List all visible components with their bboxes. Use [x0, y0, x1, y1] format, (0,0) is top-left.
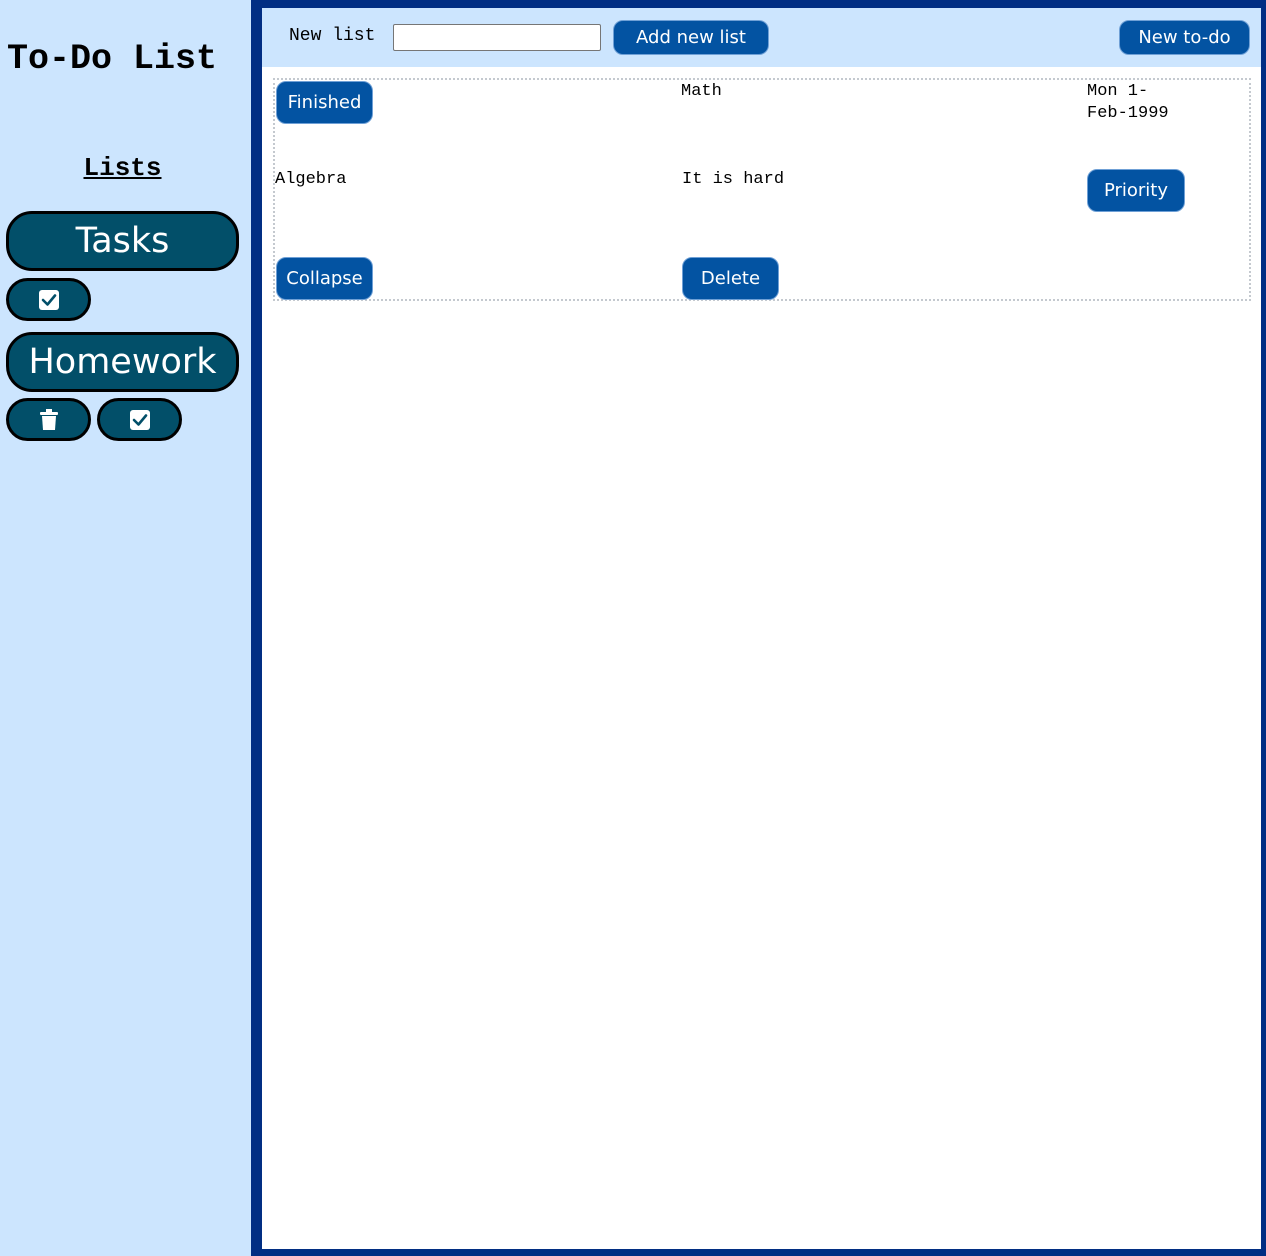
add-new-list-button[interactable]: Add new list [613, 20, 769, 55]
new-list-label: New list [289, 26, 376, 46]
todo-title: Algebra [275, 170, 347, 189]
lists-heading: Lists [83, 153, 162, 183]
check-icon [38, 289, 59, 310]
todo-description: It is hard [682, 170, 785, 189]
finished-button[interactable]: Finished [276, 81, 373, 124]
homework-check-button[interactable] [97, 398, 182, 441]
priority-button[interactable]: Priority [1087, 169, 1185, 212]
homework-delete-button[interactable] [6, 398, 91, 441]
collapse-button[interactable]: Collapse [276, 257, 373, 300]
check-icon [129, 409, 150, 430]
todo-item: Finished Math Mon 1-Feb-1999 Algebra It … [273, 78, 1251, 301]
toolbar: New list Add new list New to-do [262, 8, 1261, 67]
new-list-input[interactable] [393, 24, 601, 51]
trash-icon [39, 408, 58, 430]
todo-due-date: Mon 1-Feb-1999 [1087, 82, 1169, 123]
app-title: To-Do List [7, 39, 218, 79]
list-button-tasks[interactable]: Tasks [6, 211, 239, 271]
delete-button[interactable]: Delete [682, 257, 779, 300]
main-panel: New list Add new list New to-do Finished… [262, 8, 1261, 1249]
todo-list-name: Math [681, 82, 722, 101]
list-button-homework[interactable]: Homework [6, 332, 239, 392]
tasks-check-button[interactable] [6, 278, 91, 321]
new-todo-button[interactable]: New to-do [1119, 20, 1250, 55]
sidebar: To-Do List Lists Tasks Homework [0, 0, 251, 1256]
